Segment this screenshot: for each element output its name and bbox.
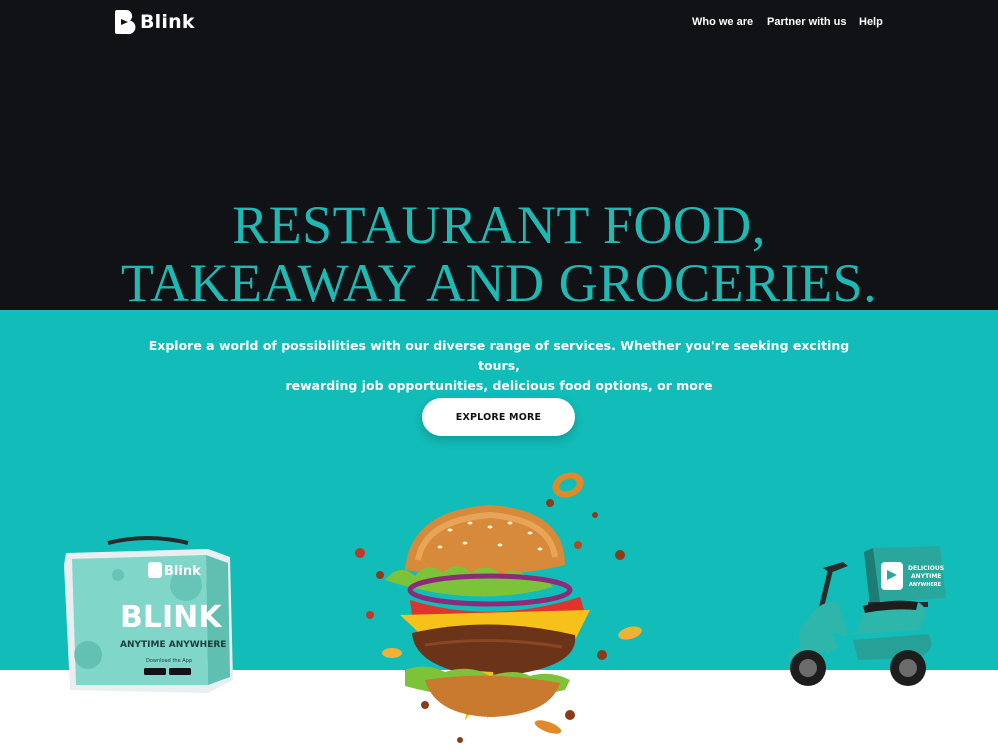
bag-brand-label: Blink bbox=[164, 564, 201, 579]
burger-illustration bbox=[355, 472, 642, 743]
nav-who-we-are[interactable]: Who we are bbox=[692, 16, 753, 28]
bag-big-label: BLINK bbox=[120, 600, 223, 635]
delivery-bag-illustration: Blink BLINK ANYTIME ANYWHERE Download th… bbox=[64, 536, 233, 693]
bag-download-label: Download the App bbox=[146, 658, 192, 664]
scooter-box-line-3: ANYWHERE bbox=[909, 582, 942, 588]
headline-line-1: RESTAURANT FOOD, bbox=[232, 195, 766, 255]
bag-sub-label: ANYTIME ANYWHERE bbox=[120, 640, 226, 650]
scooter-box-line-2: ANYTIME bbox=[911, 573, 941, 580]
hero-tagline: Explore a world of possibilities with ou… bbox=[130, 336, 868, 396]
headline-line-2: TAKEAWAY AND GROCERIES. bbox=[120, 253, 878, 313]
explore-more-button[interactable]: EXPLORE MORE bbox=[422, 398, 575, 436]
hero-headline: RESTAURANT FOOD, TAKEAWAY AND GROCERIES. bbox=[0, 196, 998, 312]
top-nav: Who we are Partner with us Help bbox=[0, 16, 998, 36]
nav-partner-with-us[interactable]: Partner with us bbox=[767, 16, 846, 28]
scooter-illustration: DELICIOUS ANYTIME ANYWHERE bbox=[786, 546, 946, 686]
tagline-line-2: rewarding job opportunities, delicious f… bbox=[285, 378, 713, 393]
scooter-box-line-1: DELICIOUS bbox=[908, 565, 944, 572]
nav-help[interactable]: Help bbox=[859, 16, 883, 28]
tagline-line-1: Explore a world of possibilities with ou… bbox=[148, 338, 850, 373]
